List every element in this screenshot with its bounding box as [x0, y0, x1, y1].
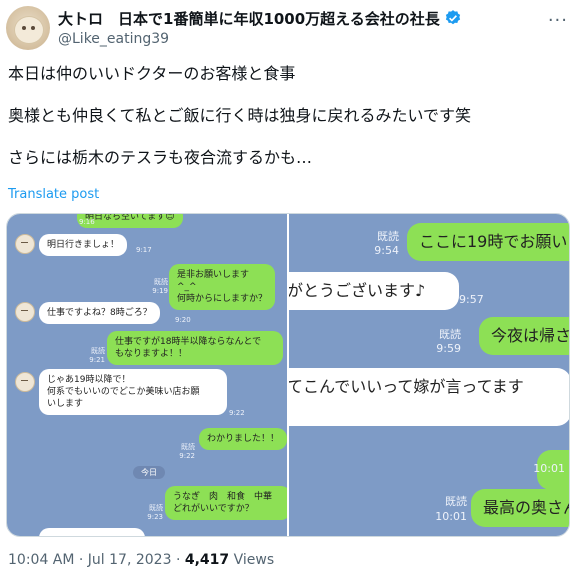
chat-time: 9:57	[459, 293, 484, 306]
chat-screenshot-left[interactable]: 明日なら空いてます😊 9:16 明日行きましょ！ 9:17 既読 9:19 是非…	[7, 214, 287, 536]
tweet-line-3: さらには栃木のテスラも夜合流するかも…	[8, 148, 313, 167]
chat-bubble: ここに19時でお願い	[407, 223, 569, 261]
read-status: 既読	[91, 347, 105, 355]
chat-bubble: 明日行きましょ！	[39, 234, 128, 256]
read-status: 既読	[439, 328, 461, 341]
avatar[interactable]	[6, 6, 50, 50]
chat-text: 仕事ですが18時半以降ならなんとで	[115, 337, 262, 347]
chat-time: 9:22	[179, 452, 195, 460]
read-status: 既読	[154, 278, 168, 286]
chat-time: 9:19	[152, 287, 168, 295]
chat-text: もなりますよ！！	[115, 349, 188, 359]
post-timestamp[interactable]: 10:04 AM · Jul 17, 2023 ·	[8, 552, 185, 568]
tweet-footer: 10:04 AM · Jul 17, 2023 · 4,417 Views	[8, 552, 274, 568]
chat-bubble: 最高の奥さん	[471, 489, 569, 527]
chat-bubble: じゃあ19時以降で！ 何系でもいいのでどこか美味い店お願 いします	[39, 369, 227, 415]
chat-time: 9:17	[136, 246, 152, 254]
translate-link[interactable]: Translate post	[8, 187, 99, 202]
chat-screenshot-right[interactable]: 既読 9:54 ここに19時でお願い がとうございます♪ 9:57 既読 9:5…	[289, 214, 569, 536]
chat-time: 9:16	[79, 218, 95, 226]
chat-bubble: 今夜は帰さ	[479, 317, 569, 355]
read-status: 既読	[445, 495, 467, 508]
tweet-body: 本日は仲のいいドクターのお客様と食事 奥様とも仲良くて私とご飯に行く時は独身に戻…	[8, 64, 471, 190]
read-status: 既読	[149, 504, 163, 512]
chat-text: 是非お願いします^_^	[177, 270, 250, 292]
chat-text: 何系でもいいのでどこか美味い店お願	[47, 387, 200, 397]
chat-text: じゃあ19時以降で！	[47, 375, 131, 385]
views-count: 4,417	[184, 552, 230, 568]
chat-time: 9:59	[436, 342, 461, 355]
read-status: 既読	[377, 230, 399, 243]
chat-time: 9:20	[175, 316, 191, 324]
chat-time: 9:21	[89, 356, 105, 364]
chat-bubble: 是非お願いします^_^ 何時からにしますか？	[169, 264, 275, 310]
read-status: 既読	[181, 443, 195, 451]
chat-time: 9:54	[374, 244, 399, 257]
chat-time: 10:01	[533, 462, 565, 475]
chat-text: うなぎ 肉 和食 中華	[173, 492, 273, 502]
chat-bubble-partial	[39, 528, 145, 536]
chat-bubble: 仕事ですよね？8時ごろ？	[39, 302, 160, 324]
chat-text: いします	[47, 399, 84, 409]
author-name-row[interactable]: 大トロ 日本で1番簡単に年収1000万超える会社の社長	[58, 8, 462, 31]
chat-time: 10:01	[435, 510, 467, 523]
views-label: Views	[229, 552, 275, 568]
date-separator: 今日	[133, 466, 165, 479]
tweet-media[interactable]: 明日なら空いてます😊 9:16 明日行きましょ！ 9:17 既読 9:19 是非…	[6, 213, 570, 537]
chat-bubble: がとうございます♪	[289, 272, 459, 310]
tweet-line-2: 奥様とも仲良くて私とご飯に行く時は独身に戻れるみたいです笑	[8, 106, 472, 125]
chat-avatar	[15, 234, 35, 254]
more-options-icon[interactable]: ···	[548, 10, 568, 31]
author-handle[interactable]: @Like_eating39	[58, 31, 169, 47]
chat-time: 9:22	[229, 409, 245, 417]
chat-avatar	[15, 302, 35, 322]
chat-text: 何時からにしますか？	[177, 294, 268, 304]
author-name[interactable]: 大トロ 日本で1番簡単に年収1000万超える会社の社長	[58, 10, 440, 28]
verified-badge-icon	[444, 9, 462, 31]
tweet-line-1: 本日は仲のいいドクターのお客様と食事	[8, 64, 296, 83]
chat-bubble: わかりました！！	[199, 428, 287, 450]
chat-bubble: うなぎ 肉 和食 中華 どれがいいですか？	[165, 486, 287, 520]
chat-bubble: てこんでいいって嫁が言ってます	[289, 368, 569, 426]
chat-avatar	[15, 372, 35, 392]
tweet-header: 大トロ 日本で1番簡単に年収1000万超える会社の社長 @Like_eating…	[6, 6, 574, 52]
chat-time: 9:23	[147, 513, 163, 521]
chat-text: どれがいいですか？	[173, 504, 254, 514]
chat-bubble: 仕事ですが18時半以降ならなんとで もなりますよ！！	[107, 331, 283, 365]
